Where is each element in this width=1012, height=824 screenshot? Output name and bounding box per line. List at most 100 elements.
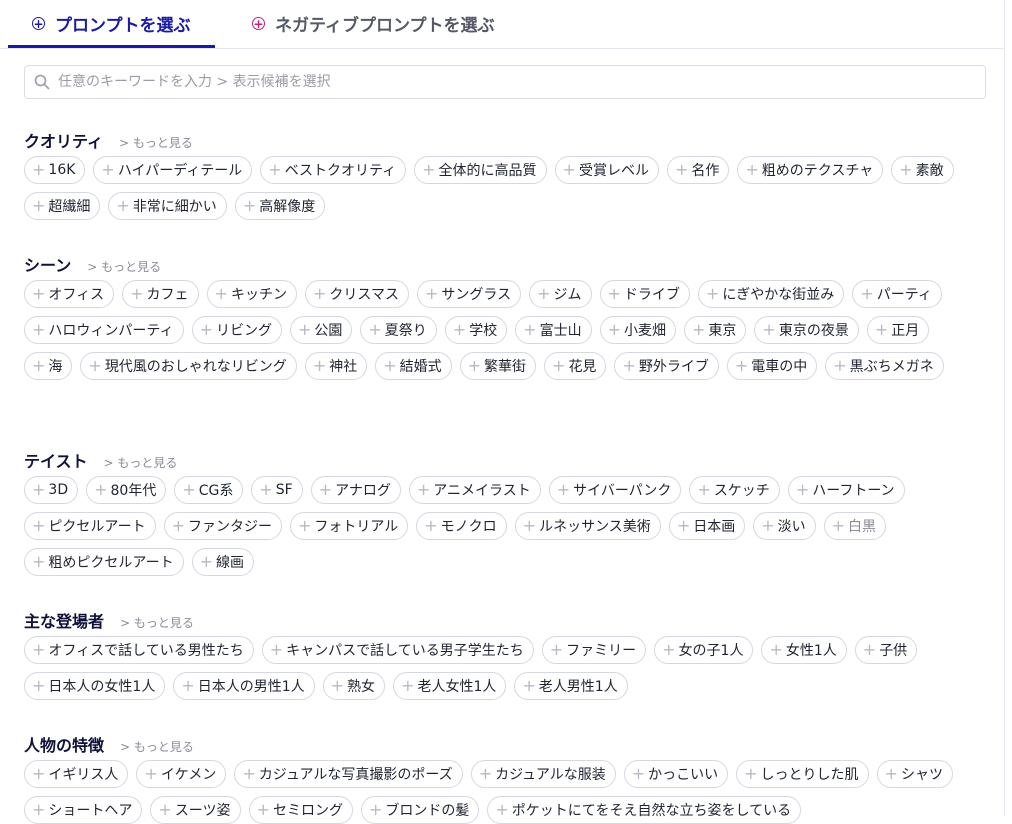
keyword-chip[interactable]: + 粗めピクセルアート	[24, 548, 184, 576]
keyword-chip[interactable]: + ハイパーディテール	[93, 156, 253, 184]
keyword-chip[interactable]: + ファミリー	[541, 636, 647, 664]
keyword-chip[interactable]: + 日本人の男性1人	[173, 672, 315, 700]
keyword-chip[interactable]: + シャツ	[876, 760, 953, 788]
keyword-chip[interactable]: + イギリス人	[24, 760, 129, 788]
keyword-chip[interactable]: + 日本画	[668, 512, 746, 540]
keyword-chip[interactable]: + オフィス	[24, 280, 115, 308]
plus-icon: +	[32, 320, 46, 339]
keyword-chip[interactable]: + キッチン	[206, 280, 297, 308]
keyword-chip[interactable]: + 全体的に高品質	[414, 156, 547, 184]
keyword-chip[interactable]: + 黒ぶちメガネ	[825, 352, 944, 380]
see-more-link[interactable]: > もっと見る	[120, 738, 194, 755]
keyword-chip[interactable]: + 非常に細かい	[108, 192, 227, 220]
keyword-chip[interactable]: + クリスマス	[304, 280, 409, 308]
see-more-link[interactable]: > もっと見る	[87, 258, 161, 275]
keyword-chip[interactable]: + 受賞レベル	[554, 156, 659, 184]
keyword-chip[interactable]: + 老人女性1人	[393, 672, 507, 700]
search-input[interactable]	[56, 73, 985, 91]
keyword-chip[interactable]: + モノクロ	[416, 512, 507, 540]
keyword-chip[interactable]: + 野外ライブ	[614, 352, 719, 380]
keyword-chip[interactable]: + 学校	[444, 316, 508, 344]
keyword-chip[interactable]: + 公園	[289, 316, 353, 344]
keyword-chip[interactable]: + ルネッサンス美術	[514, 512, 661, 540]
keyword-chip[interactable]: + 素敵	[891, 156, 954, 184]
chip-label: 高解像度	[259, 199, 316, 215]
keyword-chip[interactable]: + リビング	[191, 316, 282, 344]
keyword-chip[interactable]: + ハーフトーン	[787, 476, 905, 504]
keyword-chip[interactable]: + ジム	[529, 280, 592, 308]
plus-icon: +	[467, 356, 482, 375]
keyword-chip[interactable]: + アニメイラスト	[408, 476, 541, 504]
keyword-chip[interactable]: + 現代風のおしゃれなリビング	[80, 352, 297, 380]
keyword-chip[interactable]: + しっとりした肌	[736, 760, 869, 788]
keyword-chip[interactable]: + ファンタジー	[163, 512, 282, 540]
keyword-chip[interactable]: + ピクセルアート	[24, 512, 156, 540]
keyword-chip[interactable]: + 女性1人	[761, 636, 847, 664]
chip-label: 夏祭り	[384, 323, 427, 339]
keyword-chip[interactable]: + 電車の中	[726, 352, 818, 380]
keyword-chip[interactable]: + 小麦畑	[599, 316, 677, 344]
keyword-chip[interactable]: +16K	[24, 156, 86, 184]
keyword-chip[interactable]: + 名作	[666, 156, 730, 184]
keyword-chip[interactable]: + SF	[251, 476, 303, 504]
keyword-chip[interactable]: + 熟女	[322, 672, 386, 700]
keyword-chip[interactable]: + ポケットにてをそえ自然な立ち姿をしている	[487, 796, 802, 824]
keyword-chip[interactable]: + 繁華街	[459, 352, 537, 380]
keyword-chip[interactable]: + 東京	[684, 316, 747, 344]
keyword-chip[interactable]: + 老人男性1人	[514, 672, 628, 700]
keyword-chip[interactable]: + ハロウィンパーティ	[24, 316, 184, 344]
keyword-chip[interactable]: + ドライブ	[599, 280, 690, 308]
keyword-chip[interactable]: + 神社	[304, 352, 368, 380]
keyword-chip[interactable]: + 白黒	[823, 512, 887, 540]
keyword-chip[interactable]: + 正月	[866, 316, 930, 344]
keyword-chip[interactable]: + スーツ姿	[150, 796, 241, 824]
keyword-chip[interactable]: + アナログ	[310, 476, 401, 504]
keyword-chip[interactable]: + かっこいい	[623, 760, 729, 788]
tab-negative-prompt-label: ネガティブプロンプトを選ぶ	[275, 16, 495, 36]
keyword-chip[interactable]: +80年代	[86, 476, 167, 504]
keyword-chip[interactable]: + 粗めのテクスチャ	[737, 156, 884, 184]
see-more-link[interactable]: > もっと見る	[120, 614, 194, 631]
keyword-chip[interactable]: + 線画	[191, 548, 254, 576]
see-more-link[interactable]: > もっと見る	[104, 454, 178, 471]
chip-label: ドライブ	[623, 287, 680, 303]
keyword-chip[interactable]: + 子供	[854, 636, 918, 664]
keyword-chip[interactable]: + パーティ	[852, 280, 942, 308]
plus-icon: +	[171, 516, 185, 535]
keyword-chip[interactable]: + 超繊細	[24, 192, 101, 220]
chip-list: +3D +80年代 + CG系 + SF + アナログ + アニメイラスト + サイバーパンク + スケッ…	[24, 476, 984, 576]
keyword-chip[interactable]: + 海	[24, 352, 73, 380]
chip-label: CG系	[198, 483, 234, 499]
tab-negative-prompt[interactable]: + ネガティブプロンプトを選ぶ	[252, 0, 494, 47]
keyword-chip[interactable]: + 夏祭り	[360, 316, 437, 344]
keyword-chip[interactable]: + フォトリアル	[289, 512, 409, 540]
chip-label: イケメン	[160, 767, 217, 783]
keyword-chip[interactable]: + 結婚式	[375, 352, 452, 380]
see-more-link[interactable]: > もっと見る	[119, 134, 193, 151]
keyword-chip[interactable]: + カフェ	[122, 280, 199, 308]
keyword-chip[interactable]: + イケメン	[136, 760, 227, 788]
keyword-chip[interactable]: + 日本人の女性1人	[24, 672, 166, 700]
keyword-chip[interactable]: + キャンパスで話している男子学生たち	[261, 636, 534, 664]
keyword-chip[interactable]: + 女の子1人	[654, 636, 754, 664]
keyword-chip[interactable]: + サイバーパンク	[548, 476, 682, 504]
keyword-chip[interactable]: + 東京の夜景	[754, 316, 859, 344]
keyword-chip[interactable]: + サングラス	[416, 280, 522, 308]
keyword-chip[interactable]: + 富士山	[515, 316, 592, 344]
keyword-chip[interactable]: + スケッチ	[689, 476, 780, 504]
keyword-chip[interactable]: + カジュアルな服装	[470, 760, 616, 788]
keyword-chip[interactable]: + ブロンドの髪	[360, 796, 480, 824]
keyword-chip[interactable]: + ショートヘア	[24, 796, 143, 824]
keyword-chip[interactable]: + ベストクオリティ	[260, 156, 407, 184]
keyword-chip[interactable]: +3D	[24, 476, 79, 504]
keyword-chip[interactable]: + 高解像度	[234, 192, 326, 220]
keyword-chip[interactable]: + セミロング	[248, 796, 353, 824]
chip-label: 女性1人	[785, 643, 837, 659]
tab-prompt[interactable]: + プロンプトを選ぶ	[8, 0, 215, 48]
keyword-chip[interactable]: + カジュアルな写真撮影のポーズ	[234, 760, 463, 788]
keyword-chip[interactable]: + CG系	[174, 476, 244, 504]
keyword-chip[interactable]: + 花見	[544, 352, 607, 380]
keyword-chip[interactable]: + にぎやかな街並み	[697, 280, 845, 308]
keyword-chip[interactable]: + 淡い	[753, 512, 816, 540]
keyword-chip[interactable]: + オフィスで話している男性たち	[24, 636, 254, 664]
